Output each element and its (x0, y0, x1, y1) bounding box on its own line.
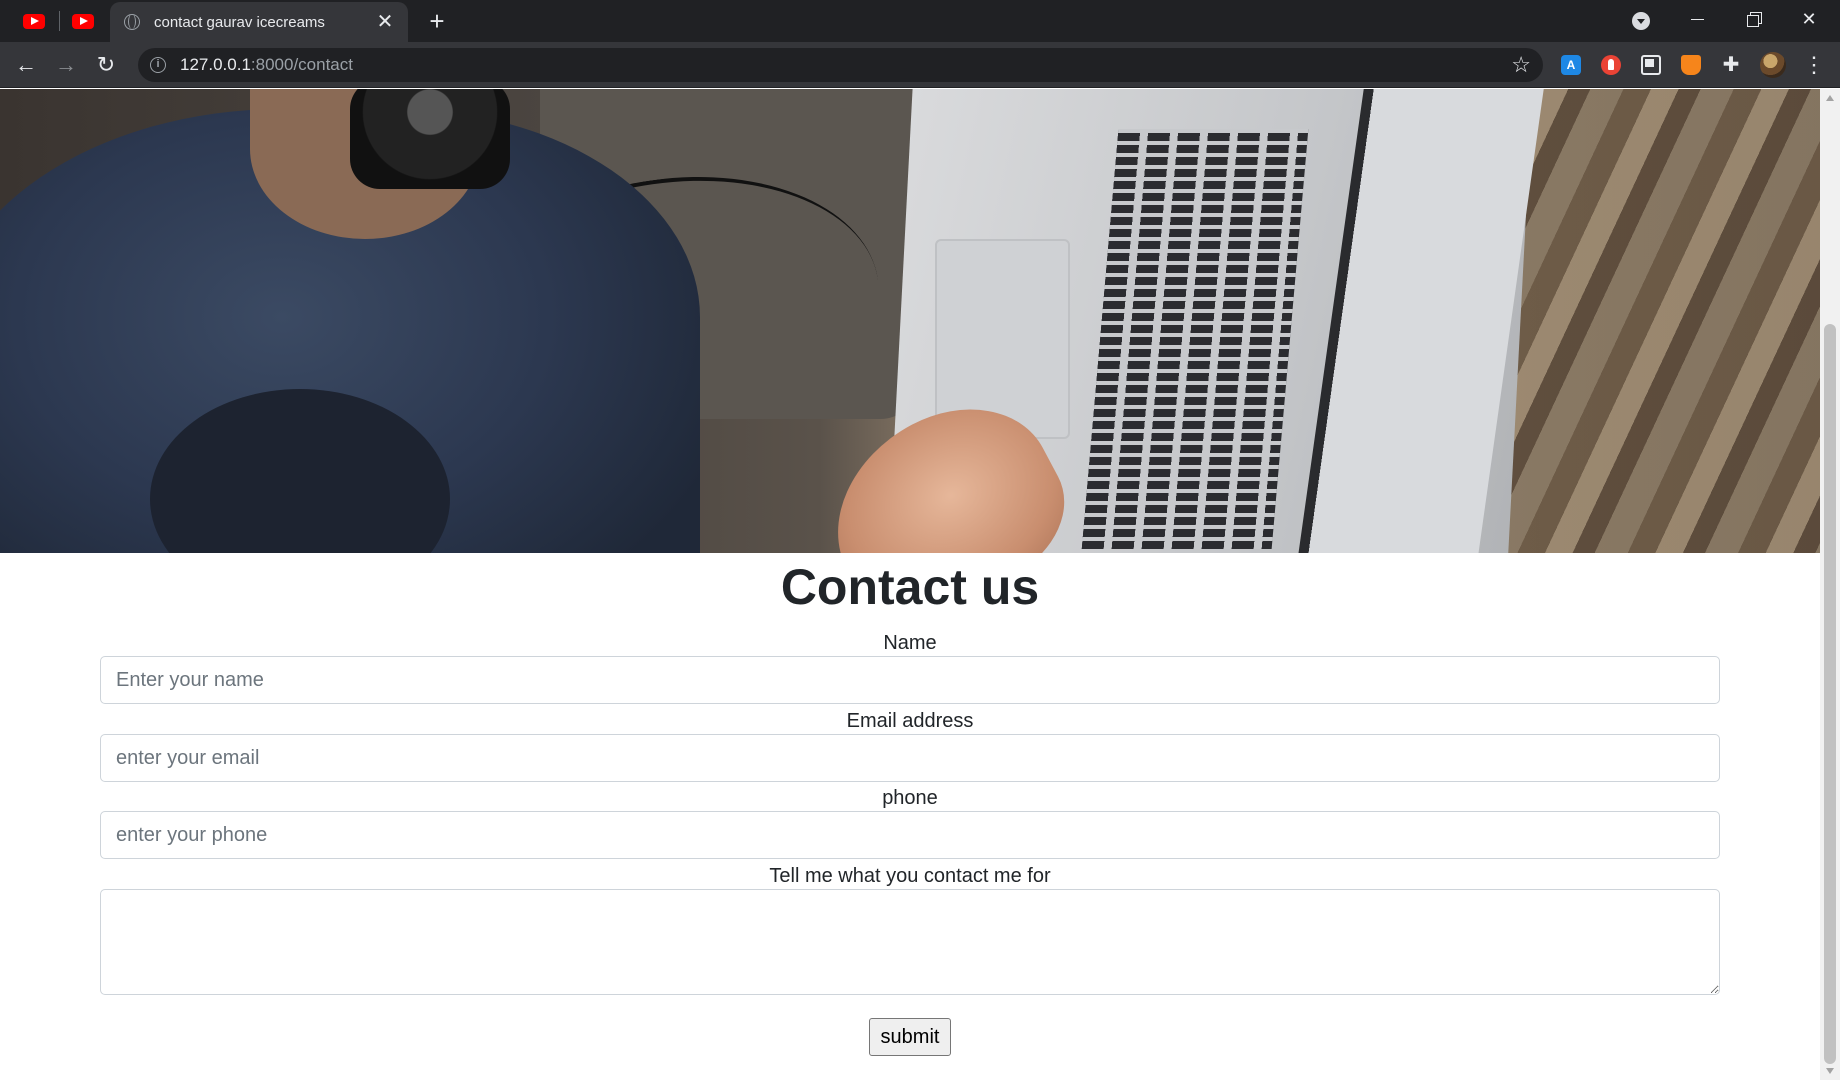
tab-search-icon[interactable] (1632, 12, 1650, 30)
profile-avatar[interactable] (1760, 52, 1786, 78)
page-title: Contact us (780, 559, 1040, 615)
url-path: :8000/contact (250, 55, 353, 74)
hero-image (0, 89, 1820, 553)
window-close-button[interactable]: ✕ (1781, 0, 1837, 38)
message-label: Tell me what you contact me for (769, 865, 1051, 887)
name-label: Name (883, 632, 937, 654)
reload-button[interactable]: ↻ (90, 49, 122, 81)
name-input[interactable] (100, 656, 1720, 704)
restore-button[interactable] (1725, 0, 1781, 38)
address-bar[interactable]: i 127.0.0.1:8000/contact ☆ (138, 48, 1543, 82)
globe-icon (124, 14, 140, 30)
message-textarea[interactable] (100, 889, 1720, 995)
browser-toolbar: ← → ↻ i 127.0.0.1:8000/contact ☆ A ✚ ⋮ (0, 42, 1840, 88)
minimize-button[interactable] (1669, 0, 1725, 38)
vertical-scrollbar[interactable] (1820, 89, 1840, 1080)
tab-close-button[interactable]: ✕ (374, 11, 396, 33)
scrollbar-thumb[interactable] (1824, 324, 1836, 1064)
scroll-down-arrow-icon[interactable] (1826, 1068, 1834, 1074)
tab-title: contact gaurav icecreams (154, 13, 325, 31)
forward-button[interactable]: → (50, 49, 82, 81)
page-viewport: Contact us Name Email address phone Tell… (0, 89, 1820, 1080)
email-input[interactable] (100, 734, 1720, 782)
youtube-icon (23, 13, 45, 29)
bookmark-star-icon[interactable]: ☆ (1511, 51, 1531, 79)
tab-strip: contact gaurav icecreams ✕ + ✕ (0, 0, 1840, 42)
new-tab-button[interactable]: + (422, 6, 452, 36)
submit-button[interactable]: submit (869, 1018, 951, 1056)
phone-input[interactable] (100, 811, 1720, 859)
tab-contact[interactable]: contact gaurav icecreams ✕ (110, 2, 408, 42)
translate-extension-icon[interactable]: A (1561, 55, 1581, 75)
site-info-icon[interactable]: i (150, 57, 166, 73)
scroll-up-arrow-icon[interactable] (1826, 95, 1834, 101)
headphones-icon (350, 89, 510, 189)
pinned-tab-youtube-1[interactable] (10, 0, 58, 42)
email-label: Email address (846, 710, 974, 732)
back-button[interactable]: ← (10, 49, 42, 81)
adblock-extension-icon[interactable] (1601, 55, 1621, 75)
url-host: 127.0.0.1 (180, 55, 251, 74)
phone-label: phone (882, 787, 938, 809)
browser-menu-icon[interactable]: ⋮ (1800, 50, 1828, 80)
extensions-puzzle-icon[interactable]: ✚ (1721, 55, 1741, 75)
youtube-icon (72, 13, 94, 29)
picture-in-picture-extension-icon[interactable] (1641, 55, 1661, 75)
pinned-tab-youtube-2[interactable] (59, 0, 107, 42)
metamask-extension-icon[interactable] (1681, 55, 1701, 75)
